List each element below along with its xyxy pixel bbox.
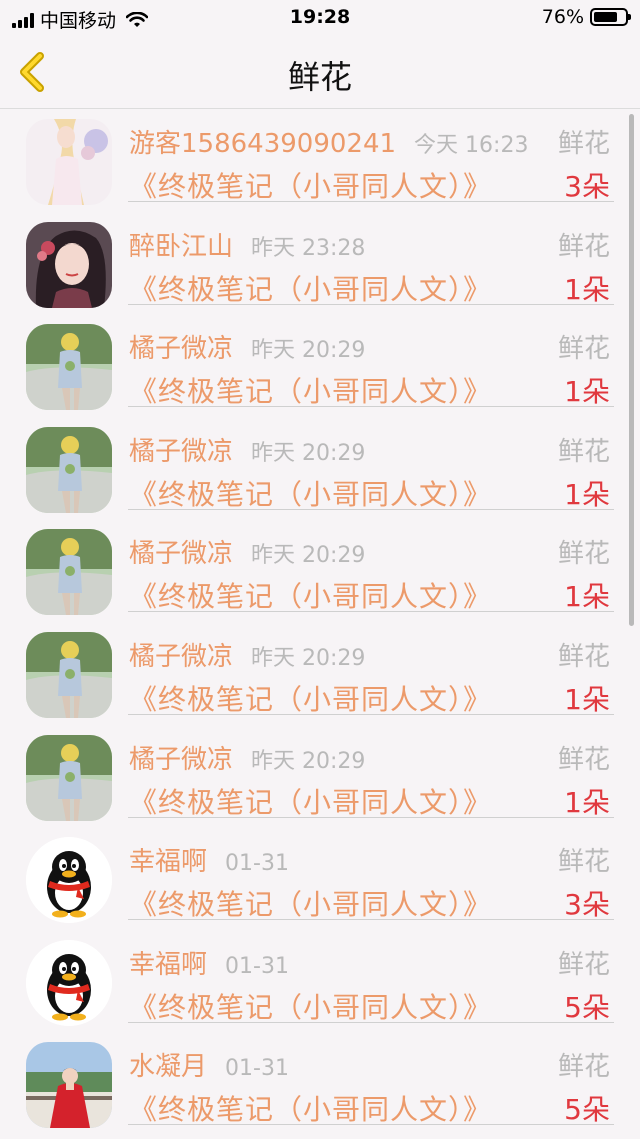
gift-type: 鲜花 bbox=[557, 539, 610, 570]
user-name-label: 橘子微凉 bbox=[129, 641, 234, 672]
battery-percent: 76% bbox=[541, 6, 584, 28]
user-name: 醉卧江山 昨天 23:28 bbox=[129, 226, 365, 263]
list-item[interactable]: 水凝月 01-31 鲜花 《终极笔记（小哥同人文）》 5朵 bbox=[0, 1032, 640, 1135]
user-name-label: 幸福啊 bbox=[129, 847, 208, 878]
flower-count: 1朵 bbox=[564, 682, 610, 716]
flower-record-list[interactable]: 游客1586439090241 今天 16:23 鲜花 《终极笔记（小哥同人文）》… bbox=[0, 109, 640, 1135]
list-item[interactable]: 橘子微凉 昨天 20:29 鲜花 《终极笔记（小哥同人文）》 1朵 bbox=[0, 314, 640, 417]
user-name: 幸福啊 01-31 bbox=[129, 944, 289, 981]
user-name-label: 橘子微凉 bbox=[129, 436, 234, 467]
flower-count: 5朵 bbox=[564, 990, 610, 1024]
book-title: 《终极笔记（小哥同人文）》 bbox=[129, 785, 493, 819]
user-name-label: 橘子微凉 bbox=[129, 334, 234, 365]
divider bbox=[128, 713, 614, 715]
flower-count: 1朵 bbox=[564, 272, 610, 306]
book-title: 《终极笔记（小哥同人文）》 bbox=[129, 682, 493, 716]
user-name: 橘子微凉 昨天 20:29 bbox=[129, 739, 365, 776]
user-name: 橘子微凉 昨天 20:29 bbox=[129, 328, 365, 365]
avatar[interactable] bbox=[26, 426, 112, 513]
divider bbox=[128, 508, 614, 510]
book-title: 《终极笔记（小哥同人文）》 bbox=[129, 170, 493, 203]
book-title: 《终极笔记（小哥同人文）》 bbox=[129, 1093, 493, 1127]
gift-type: 鲜花 bbox=[557, 744, 610, 775]
user-name-label: 幸福啊 bbox=[129, 949, 208, 980]
timestamp: 今天 16:23 bbox=[414, 133, 529, 158]
user-name-label: 水凝月 bbox=[129, 1052, 208, 1083]
avatar[interactable] bbox=[26, 119, 112, 205]
avatar[interactable] bbox=[26, 1042, 112, 1129]
divider bbox=[128, 406, 614, 408]
flower-count: 3朵 bbox=[564, 170, 610, 203]
divider bbox=[128, 201, 614, 202]
avatar[interactable] bbox=[26, 221, 112, 308]
avatar[interactable] bbox=[26, 529, 112, 616]
user-name-label: 橘子微凉 bbox=[129, 744, 234, 775]
book-title: 《终极笔记（小哥同人文）》 bbox=[129, 580, 493, 614]
flower-count: 1朵 bbox=[564, 785, 610, 819]
user-name: 橘子微凉 昨天 20:29 bbox=[129, 431, 365, 468]
timestamp: 昨天 20:29 bbox=[251, 543, 366, 569]
gift-type: 鲜花 bbox=[557, 949, 610, 980]
divider bbox=[128, 611, 614, 613]
timestamp: 昨天 20:29 bbox=[251, 338, 366, 364]
user-name: 游客1586439090241 今天 16:23 bbox=[129, 123, 528, 160]
user-name-label: 橘子微凉 bbox=[129, 539, 234, 570]
list-item[interactable]: 幸福啊 01-31 鲜花 《终极笔记（小哥同人文）》 3朵 bbox=[0, 827, 640, 930]
user-name: 橘子微凉 昨天 20:29 bbox=[129, 533, 365, 570]
gift-type: 鲜花 bbox=[557, 129, 610, 159]
gift-type: 鲜花 bbox=[557, 334, 610, 365]
list-item[interactable]: 游客1586439090241 今天 16:23 鲜花 《终极笔记（小哥同人文）》… bbox=[0, 109, 640, 212]
book-title: 《终极笔记（小哥同人文）》 bbox=[129, 375, 493, 409]
avatar[interactable] bbox=[26, 837, 112, 924]
list-item[interactable]: 醉卧江山 昨天 23:28 鲜花 《终极笔记（小哥同人文）》 1朵 bbox=[0, 212, 640, 315]
gift-type: 鲜花 bbox=[557, 847, 610, 878]
avatar[interactable] bbox=[26, 939, 112, 1026]
page-title: 鲜花 bbox=[287, 58, 352, 96]
timestamp: 01-31 bbox=[225, 851, 289, 877]
timestamp: 昨天 20:29 bbox=[251, 440, 366, 466]
timestamp: 01-31 bbox=[225, 1056, 289, 1082]
battery-level bbox=[594, 12, 617, 22]
divider bbox=[128, 303, 614, 305]
flower-count: 3朵 bbox=[564, 888, 610, 922]
nav-bar: 鲜花 bbox=[0, 36, 640, 109]
avatar[interactable] bbox=[26, 324, 112, 411]
user-name: 幸福啊 01-31 bbox=[129, 841, 289, 878]
book-title: 《终极笔记（小哥同人文）》 bbox=[129, 477, 493, 511]
list-item[interactable]: 橘子微凉 昨天 20:29 鲜花 《终极笔记（小哥同人文）》 1朵 bbox=[0, 519, 640, 622]
list-item[interactable]: 橘子微凉 昨天 20:29 鲜花 《终极笔记（小哥同人文）》 1朵 bbox=[0, 417, 640, 520]
gift-type: 鲜花 bbox=[557, 231, 610, 262]
user-name-label: 游客1586439090241 bbox=[129, 129, 397, 159]
user-name-label: 醉卧江山 bbox=[129, 231, 234, 262]
divider bbox=[128, 1021, 614, 1023]
divider bbox=[128, 816, 614, 818]
divider bbox=[128, 1124, 614, 1126]
status-right: 76% bbox=[541, 6, 631, 28]
divider bbox=[128, 919, 614, 921]
flower-count: 1朵 bbox=[564, 580, 610, 614]
scrollbar[interactable] bbox=[629, 114, 634, 626]
timestamp: 昨天 20:29 bbox=[251, 748, 366, 774]
battery-icon bbox=[590, 8, 631, 26]
list-item[interactable]: 幸福啊 01-31 鲜花 《终极笔记（小哥同人文）》 5朵 bbox=[0, 930, 640, 1033]
timestamp: 昨天 20:29 bbox=[251, 645, 366, 671]
timestamp: 昨天 23:28 bbox=[251, 235, 366, 261]
flower-count: 1朵 bbox=[564, 375, 610, 409]
gift-type: 鲜花 bbox=[557, 436, 610, 467]
avatar[interactable] bbox=[26, 734, 112, 821]
flower-count: 5朵 bbox=[564, 1093, 610, 1127]
book-title: 《终极笔记（小哥同人文）》 bbox=[129, 272, 493, 306]
book-title: 《终极笔记（小哥同人文）》 bbox=[129, 990, 493, 1024]
gift-type: 鲜花 bbox=[557, 1052, 610, 1083]
list-item[interactable]: 橘子微凉 昨天 20:29 鲜花 《终极笔记（小哥同人文）》 1朵 bbox=[0, 725, 640, 828]
list-item[interactable]: 橘子微凉 昨天 20:29 鲜花 《终极笔记（小哥同人文）》 1朵 bbox=[0, 622, 640, 725]
timestamp: 01-31 bbox=[225, 953, 289, 979]
gift-type: 鲜花 bbox=[557, 641, 610, 672]
flower-count: 1朵 bbox=[564, 477, 610, 511]
status-bar: 中国移动 19:28 76% bbox=[0, 0, 640, 36]
user-name: 水凝月 01-31 bbox=[129, 1046, 289, 1083]
avatar[interactable] bbox=[26, 631, 112, 718]
user-name: 橘子微凉 昨天 20:29 bbox=[129, 636, 365, 673]
book-title: 《终极笔记（小哥同人文）》 bbox=[129, 888, 493, 922]
